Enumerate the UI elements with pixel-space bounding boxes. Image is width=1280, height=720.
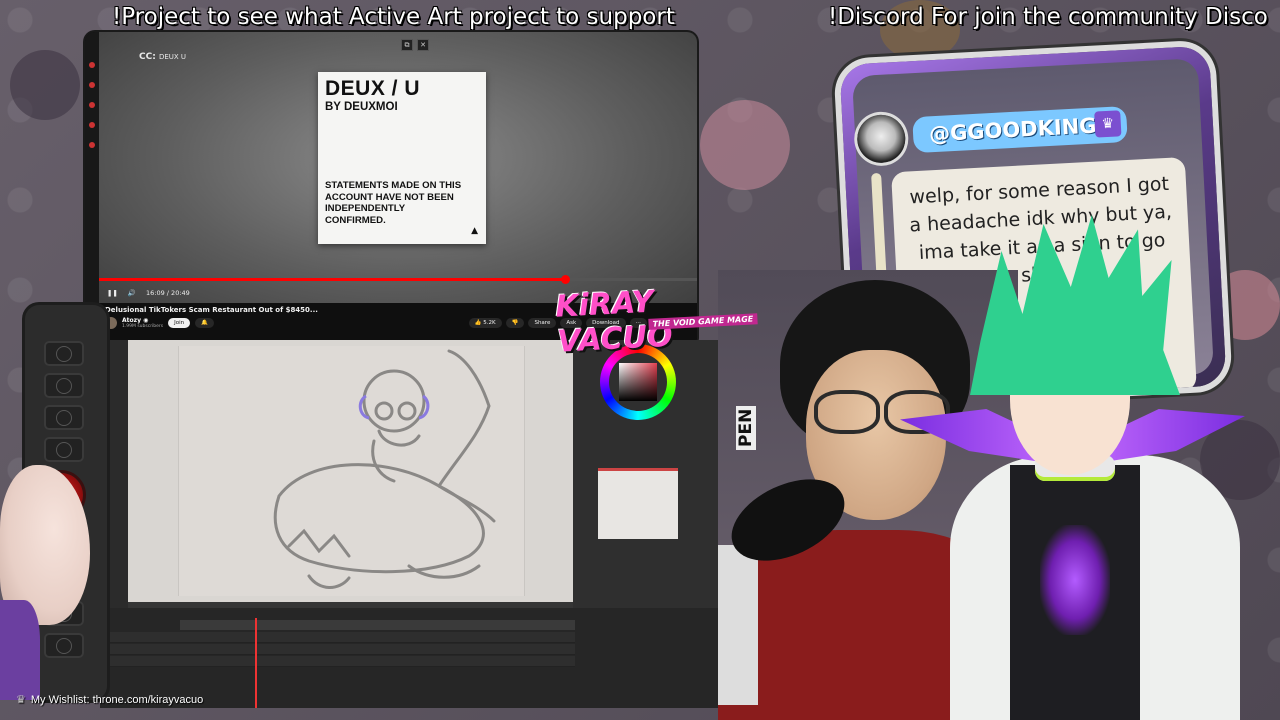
drawing-canvas[interactable] <box>178 346 525 596</box>
video-player[interactable]: CC: DEUX U ⧉ ✕ DEUX / U BY DEUXMOI STATE… <box>99 32 697 312</box>
time-display: 16:09 / 20:49 <box>146 289 190 297</box>
player-controls: ❚❚ 🔊 16:09 / 20:49 <box>107 286 190 300</box>
avatar-sleeve <box>0 600 40 700</box>
strip-icon[interactable] <box>89 62 95 68</box>
ticker-message: !Discord For join the community Disco <box>828 4 1268 30</box>
bg-sticker <box>700 100 790 190</box>
crown-icon: ♛ <box>16 694 26 706</box>
wishlist-text: My Wishlist: throne.com/kirayvacuo <box>30 693 204 706</box>
like-count: 5.2K <box>483 320 496 326</box>
video-title[interactable]: Delusional TikTokers Scam Restaurant Out… <box>105 306 318 314</box>
pad-key[interactable] <box>44 405 84 430</box>
navigator-preview[interactable] <box>598 468 678 539</box>
wishlist-banner: ♛ My Wishlist: throne.com/kirayvacuo <box>16 693 204 707</box>
pad-key[interactable] <box>44 437 84 462</box>
share-button[interactable]: Share <box>528 318 557 328</box>
video-caption: CC: DEUX U <box>139 52 186 62</box>
notification-bell-icon[interactable]: 🔔 <box>195 318 214 328</box>
ticker-message: !Project to see what Active Art project … <box>112 4 675 30</box>
color-picker-square[interactable] <box>619 363 657 401</box>
timeline-ruler[interactable] <box>180 620 575 630</box>
like-button[interactable]: 👍 5.2K <box>468 318 502 328</box>
progress-fill <box>99 278 566 281</box>
channel-logo: KiRAY VACUO THE VOID GAME MAGE <box>555 278 778 360</box>
bg-sticker <box>10 50 80 120</box>
timeline-track[interactable] <box>100 632 575 643</box>
pause-icon[interactable]: ❚❚ <box>107 289 118 297</box>
channel-subscribers: 1.99M subscribers <box>122 324 164 329</box>
art-program-window <box>100 340 722 708</box>
drawing-canvas-area[interactable] <box>128 340 573 602</box>
pad-key[interactable] <box>44 341 84 366</box>
strip-icon[interactable] <box>89 102 95 108</box>
dislike-button[interactable]: 👎 <box>505 318 525 328</box>
microphone <box>718 462 868 705</box>
strip-icon[interactable] <box>89 142 95 148</box>
pad-key[interactable] <box>44 633 84 658</box>
video-progress-bar[interactable] <box>99 275 697 284</box>
cc-channel: DEUX U <box>158 53 187 61</box>
timeline-track[interactable] <box>100 644 575 655</box>
card-subtitle: BY DEUXMOI <box>325 101 398 113</box>
window-controls: ⧉ ✕ <box>401 39 429 51</box>
close-icon[interactable]: ✕ <box>417 39 429 51</box>
card-body: STATEMENTS MADE ON THIS ACCOUNT HAVE NOT… <box>325 180 462 226</box>
timeline-track[interactable] <box>100 656 575 667</box>
join-button[interactable]: Join <box>168 318 191 328</box>
crown-icon: ♛ <box>1094 110 1122 138</box>
vtuber-shirt-emblem <box>1040 525 1110 635</box>
strip-icon[interactable] <box>89 82 95 88</box>
browser-side-strip <box>85 32 99 342</box>
pen-label: PEN <box>736 405 756 450</box>
card-title: DEUX / U <box>325 77 421 100</box>
deux-u-card: DEUX / U BY DEUXMOI STATEMENTS MADE ON T… <box>318 72 486 244</box>
timeline-playhead[interactable] <box>255 618 257 708</box>
sketch-drawing <box>273 349 496 589</box>
channel-name[interactable]: Atozy ◉ <box>122 317 163 324</box>
strip-icon[interactable] <box>89 122 95 128</box>
right-panel <box>573 340 722 610</box>
volume-icon[interactable]: 🔊 <box>128 289 136 297</box>
card-logo-icon: ▲ <box>471 226 478 236</box>
vtuber-avatar <box>900 215 1250 720</box>
mic-arm <box>718 545 758 705</box>
channel-info: Atozy ◉ 1.99M subscribers <box>122 317 163 329</box>
cc-label: CC: <box>139 52 156 62</box>
channel-row: Atozy ◉ 1.99M subscribers Join 🔔 <box>105 317 214 329</box>
glasses-lens <box>814 390 880 434</box>
popout-icon[interactable]: ⧉ <box>401 39 413 51</box>
pad-key[interactable] <box>44 373 84 398</box>
vtuber-hair <box>970 215 1180 395</box>
